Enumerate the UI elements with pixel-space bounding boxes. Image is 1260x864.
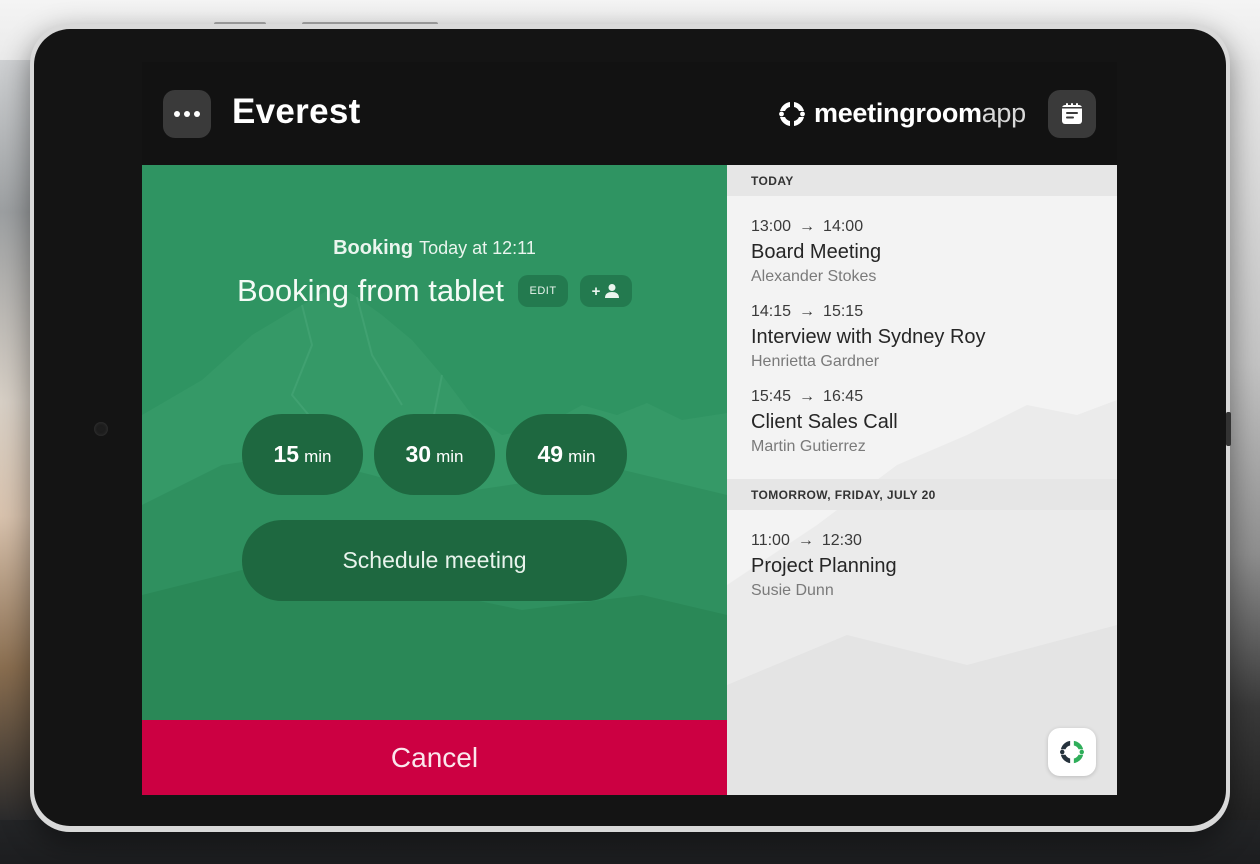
- event-organizer: Henrietta Gardner: [751, 353, 880, 370]
- schedule-meeting-button[interactable]: Schedule meeting: [242, 520, 627, 601]
- menu-button[interactable]: [163, 90, 211, 138]
- event-time: 15:45 → 16:45: [751, 388, 864, 405]
- booking-label: Booking: [333, 237, 414, 259]
- brand-logo: meetingroomapp: [778, 98, 1026, 129]
- brand-name: meetingroomapp: [814, 98, 1026, 128]
- section-header-today: TODAY: [727, 165, 1117, 196]
- add-attendee-button[interactable]: +: [580, 275, 633, 307]
- calendar-icon: [1062, 103, 1082, 124]
- duration-49-button[interactable]: 49 min: [506, 414, 627, 495]
- app-header: Everest meetingroomapp: [142, 62, 1117, 165]
- calendar-button[interactable]: [1048, 90, 1096, 138]
- app-screen: Everest meetingroomapp Booking Today at …: [142, 62, 1117, 795]
- booking-title: Booking from tablet: [236, 273, 505, 308]
- agenda-panel: TODAY 13:00 → 14:00 Board Meeting Alexande…: [727, 165, 1117, 795]
- arrow-right-icon: →: [799, 218, 816, 235]
- event-organizer: Martin Gutierrez: [751, 438, 866, 455]
- duration-15-button[interactable]: 15 min: [242, 414, 363, 495]
- booking-title-row: Booking from tablet EDIT +: [142, 273, 727, 309]
- duration-options: 15 min 30 min 49 min: [242, 414, 627, 495]
- booking-panel: Booking Today at 12:11 Booking from table…: [142, 165, 727, 720]
- meetingroomapp-logo-icon: [779, 101, 805, 126]
- agenda-event[interactable]: 11:00 → 12:30 Project Planning Susie Dunn: [751, 531, 1091, 600]
- edit-button[interactable]: EDIT: [518, 275, 569, 307]
- arrow-right-icon: →: [799, 303, 816, 320]
- agenda-event[interactable]: 15:45 → 16:45 Client Sales Call Martin Gut…: [751, 387, 1091, 456]
- event-title: Interview with Sydney Roy: [751, 326, 986, 348]
- event-time: 11:00 → 12:30: [751, 532, 862, 549]
- event-organizer: Susie Dunn: [751, 582, 834, 599]
- event-title: Project Planning: [751, 555, 897, 577]
- agenda-event[interactable]: 13:00 → 14:00 Board Meeting Alexander Stok…: [751, 217, 1091, 286]
- event-time: 13:00 → 14:00: [751, 218, 864, 235]
- arrow-right-icon: →: [797, 532, 814, 549]
- tablet-side-button: [1226, 412, 1231, 446]
- arrow-right-icon: →: [799, 388, 816, 405]
- duration-30-button[interactable]: 30 min: [374, 414, 495, 495]
- cancel-button[interactable]: Cancel: [142, 720, 727, 795]
- more-horizontal-icon: [174, 111, 200, 117]
- add-person-icon: [605, 284, 620, 298]
- plus-icon: +: [591, 282, 601, 300]
- room-title: Everest: [232, 92, 361, 131]
- agenda-event[interactable]: 14:15 → 15:15 Interview with Sydney Roy He…: [751, 302, 1091, 371]
- app-logo-button[interactable]: [1048, 728, 1096, 776]
- section-header-tomorrow: TOMORROW, FRIDAY, JULY 20: [727, 479, 1117, 510]
- event-title: Client Sales Call: [751, 411, 898, 433]
- meetingroomapp-logo-icon: [1060, 740, 1084, 764]
- booking-status: Booking Today at 12:11: [142, 237, 727, 260]
- event-title: Board Meeting: [751, 241, 882, 263]
- booking-time: Today at 12:11: [419, 238, 536, 258]
- camera-icon: [94, 422, 108, 436]
- event-time: 14:15 → 15:15: [751, 303, 864, 320]
- event-organizer: Alexander Stokes: [751, 268, 877, 285]
